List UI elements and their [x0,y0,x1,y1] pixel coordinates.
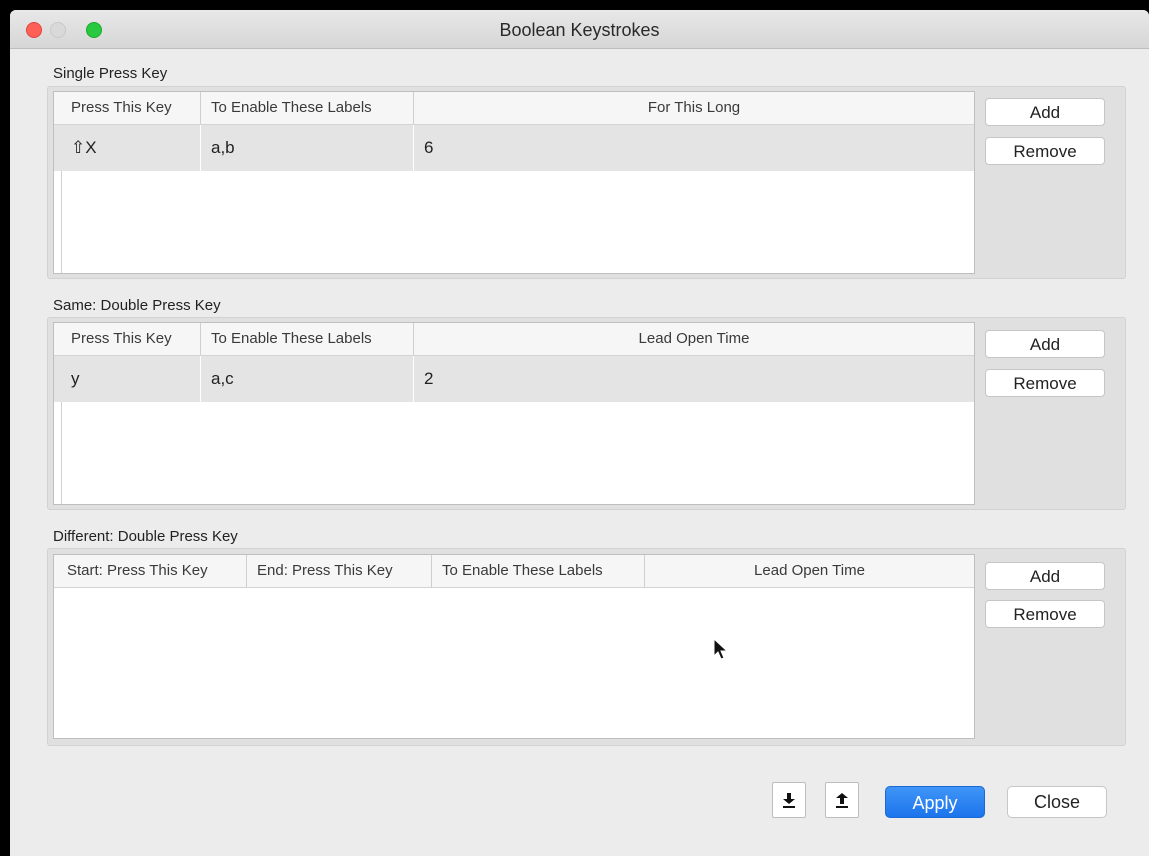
upload-icon [836,793,848,808]
same-add-button[interactable]: Add [985,330,1105,358]
same-double-table[interactable]: Press This Key To Enable These Labels Le… [53,322,975,505]
labels-cell: a,b [201,125,414,171]
column-header[interactable]: Lead Open Time [414,323,974,355]
column-header[interactable]: End: Press This Key [247,555,432,587]
column-header[interactable]: Lead Open Time [645,555,974,587]
same-remove-button[interactable]: Remove [985,369,1105,397]
value-cell: 2 [424,369,434,388]
same-double-label: Same: Double Press Key [53,297,221,314]
single-press-label: Single Press Key [53,65,168,82]
table-header: Press This Key To Enable These Labels Le… [54,323,974,356]
different-double-table[interactable]: Start: Press This Key End: Press This Ke… [53,554,975,739]
column-header[interactable]: To Enable These Labels [201,323,414,355]
column-header[interactable]: For This Long [414,92,974,124]
export-button[interactable] [825,782,859,818]
mouse-pointer-icon [713,638,729,660]
column-header[interactable]: Press This Key [61,323,201,355]
different-add-button[interactable]: Add [985,562,1105,590]
row-divider [61,171,62,273]
key-cell: ⇧X [61,125,201,171]
column-header[interactable]: Start: Press This Key [54,555,247,587]
value-cell: 6 [424,138,434,157]
table-header: Press This Key To Enable These Labels Fo… [54,92,974,125]
different-remove-button[interactable]: Remove [985,600,1105,628]
import-button[interactable] [772,782,806,818]
labels-cell: a,c [201,356,414,402]
different-double-label: Different: Double Press Key [53,528,238,545]
window-title: Boolean Keystrokes [499,20,660,40]
table-row[interactable]: ⇧X a,b 6 [54,125,974,171]
dialog-window: Boolean Keystrokes Single Press Key Pres… [10,10,1149,856]
column-header[interactable]: Press This Key [61,92,201,124]
row-divider [61,402,62,504]
download-icon [783,793,795,808]
column-header[interactable]: To Enable These Labels [432,555,645,587]
column-header[interactable]: To Enable These Labels [201,92,414,124]
title-bar: Boolean Keystrokes [10,10,1149,49]
single-press-table[interactable]: Press This Key To Enable These Labels Fo… [53,91,975,274]
table-row[interactable]: y a,c 2 [54,356,974,402]
table-header: Start: Press This Key End: Press This Ke… [54,555,974,588]
single-add-button[interactable]: Add [985,98,1105,126]
close-button[interactable]: Close [1007,786,1107,818]
single-remove-button[interactable]: Remove [985,137,1105,165]
apply-button[interactable]: Apply [885,786,985,818]
key-cell: y [61,356,201,402]
